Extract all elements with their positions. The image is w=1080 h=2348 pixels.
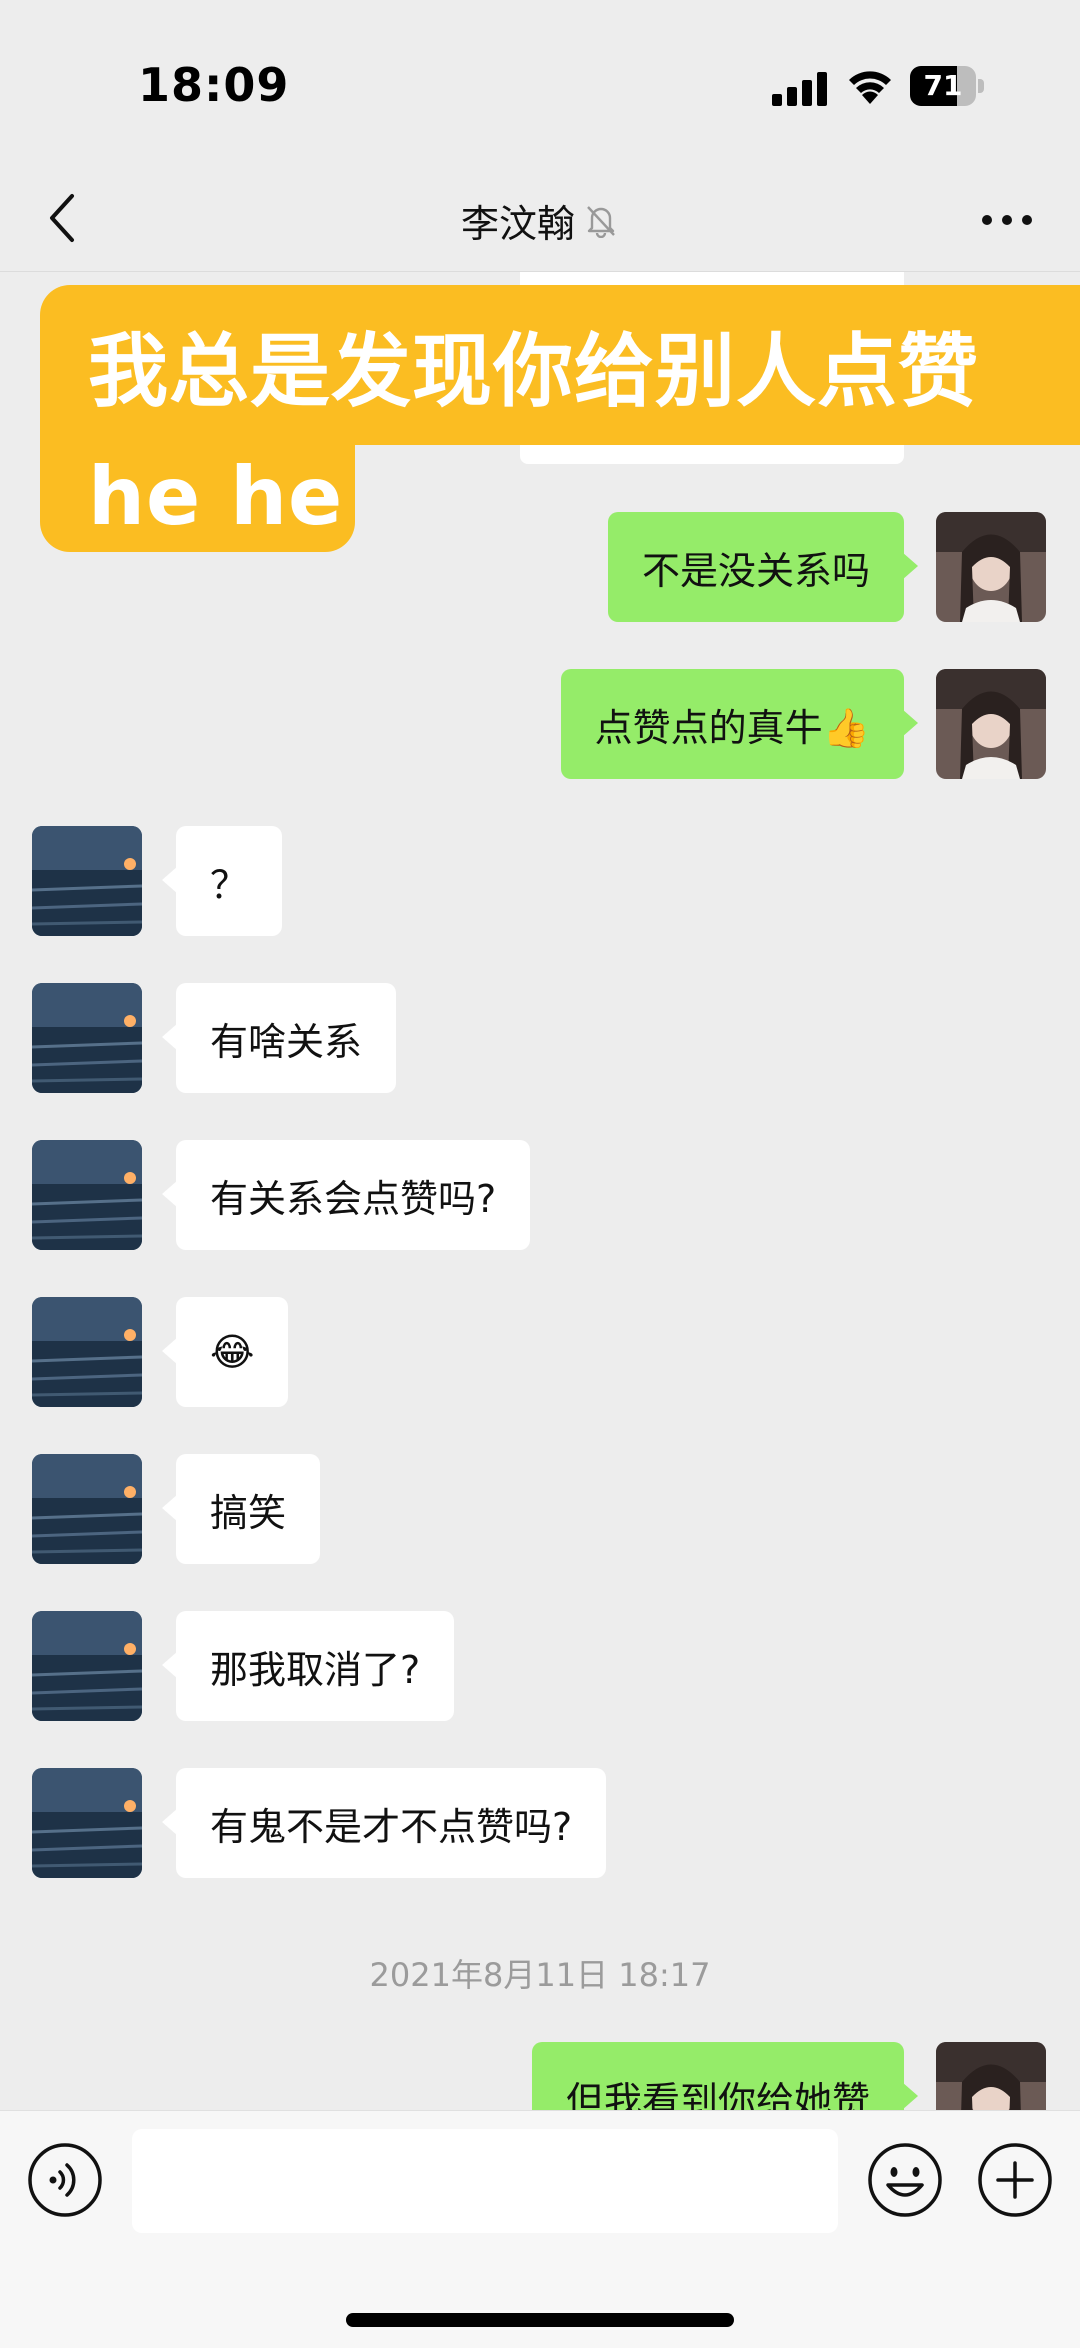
message-input[interactable] <box>132 2129 838 2233</box>
plus-circle-icon[interactable] <box>976 2141 1054 2219</box>
message-bubble[interactable]: 有鬼不是才不点赞吗? <box>161 1768 607 1878</box>
avatar[interactable] <box>32 1611 142 1721</box>
emoji-icon[interactable] <box>866 2141 944 2219</box>
user-photo <box>936 2042 1046 2110</box>
user-photo <box>936 669 1046 779</box>
caption-line-2: he he <box>88 449 344 543</box>
message-row: 那我取消了? <box>0 1611 1080 1721</box>
home-indicator[interactable] <box>346 2313 734 2327</box>
bell-off-icon <box>587 206 615 238</box>
sunset-sea-photo <box>32 1611 142 1721</box>
avatar[interactable] <box>936 669 1046 779</box>
more-button[interactable] <box>972 190 1042 250</box>
message-bubble[interactable]: 不是没关系吗 <box>607 512 919 622</box>
caption-banner: 我总是发现你给别人点赞 <box>40 285 1080 445</box>
status-time: 18:09 <box>138 58 290 112</box>
message-row: ？ <box>0 826 1080 936</box>
voice-icon[interactable] <box>26 2141 104 2219</box>
message-bubble[interactable]: 有啥关系 <box>161 983 397 1093</box>
avatar[interactable] <box>32 826 142 936</box>
user-photo <box>936 512 1046 622</box>
back-button[interactable] <box>34 186 90 250</box>
message-bubble[interactable]: 点赞点的真牛👍 <box>560 669 919 779</box>
status-bar: 18:09 71 <box>0 0 1080 170</box>
caption-banner-tail: he he <box>40 440 355 552</box>
avatar[interactable] <box>32 1297 142 1407</box>
battery-body: 71 <box>910 66 976 106</box>
message-row: 有啥关系 <box>0 983 1080 1093</box>
message-bubble[interactable]: 但我看到你给她赞 <box>531 2042 919 2110</box>
cellular-signal-icon <box>772 72 827 106</box>
avatar[interactable] <box>32 1768 142 1878</box>
chat-header: 李汶翰 <box>0 170 1080 272</box>
message-bubble[interactable]: 有关系会点赞吗? <box>161 1140 531 1250</box>
avatar[interactable] <box>32 983 142 1093</box>
sunset-sea-photo <box>32 983 142 1093</box>
message-row: 😂 <box>0 1297 1080 1407</box>
avatar[interactable] <box>32 1454 142 1564</box>
message-row: 点赞点的真牛👍 <box>0 669 1080 779</box>
caption-line-1: 我总是发现你给别人点赞 <box>88 325 979 418</box>
sunset-sea-photo <box>32 1140 142 1250</box>
message-bubble[interactable]: ？ <box>161 826 283 936</box>
battery-cap <box>978 79 984 93</box>
chat-title: 李汶翰 <box>460 201 575 246</box>
sunset-sea-photo <box>32 1297 142 1407</box>
message-row: 有关系会点赞吗? <box>0 1140 1080 1250</box>
battery-indicator: 71 <box>910 66 984 106</box>
avatar[interactable] <box>32 1140 142 1250</box>
avatar[interactable] <box>936 512 1046 622</box>
battery-percent: 71 <box>923 69 963 102</box>
more-dots-icon <box>982 215 1032 225</box>
message-row: 搞笑 <box>0 1454 1080 1564</box>
message-row: 但我看到你给她赞 <box>0 2042 1080 2110</box>
message-bubble[interactable]: 搞笑 <box>161 1454 321 1564</box>
wifi-icon <box>849 71 891 104</box>
message-bubble[interactable]: 那我取消了? <box>161 1611 455 1721</box>
chevron-left-icon <box>50 194 74 242</box>
timestamp: 2021年8月11日 18:17 <box>369 1956 711 1994</box>
sunset-sea-photo <box>32 1454 142 1564</box>
sunset-sea-photo <box>32 1768 142 1878</box>
input-bar <box>0 2110 1080 2348</box>
sunset-sea-photo <box>32 826 142 936</box>
message-row: 有鬼不是才不点赞吗? <box>0 1768 1080 1878</box>
avatar[interactable] <box>936 2042 1046 2110</box>
message-bubble[interactable]: 😂 <box>161 1297 289 1407</box>
